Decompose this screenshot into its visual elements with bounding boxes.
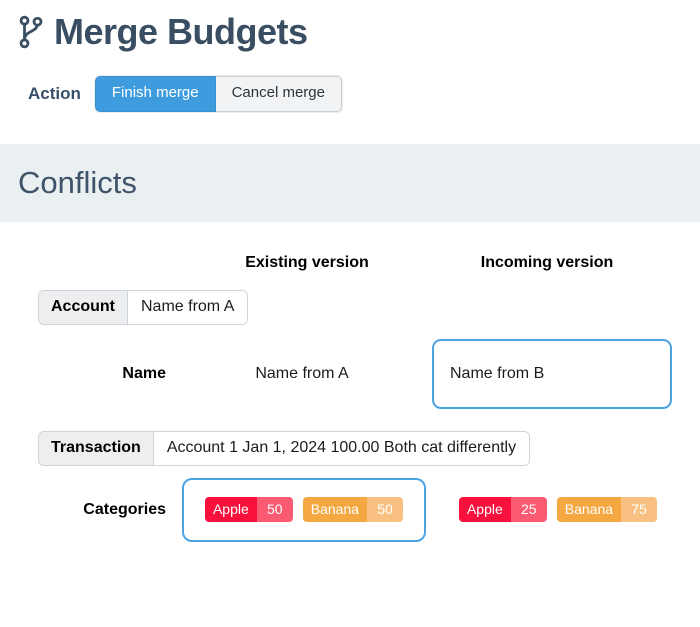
categories-conflict-row: Categories Apple 50 Banana 50 Apple 25 B… <box>0 477 700 542</box>
conflicts-table: Existing version Incoming version Accoun… <box>0 222 700 542</box>
account-group-value: Name from A <box>128 290 248 324</box>
badge-name: Apple <box>458 497 511 523</box>
badge-value: 25 <box>510 497 547 523</box>
name-conflict-row: Name Name from A Name from B <box>0 338 700 409</box>
column-headers: Existing version Incoming version <box>0 222 700 272</box>
action-button-group: Finish merge Cancel merge <box>94 76 342 112</box>
categories-incoming-value[interactable]: Apple 25 Banana 75 <box>436 478 680 542</box>
transaction-group-value: Account 1 Jan 1, 2024 100.00 Both cat di… <box>153 431 530 465</box>
badge-name: Banana <box>302 497 368 523</box>
categories-field-label: Categories <box>83 500 166 518</box>
git-branch-icon <box>19 15 43 49</box>
name-field-label: Name <box>122 364 166 382</box>
action-label: Action <box>28 83 81 103</box>
name-incoming-value[interactable]: Name from B <box>432 338 672 409</box>
account-input-group: Account Name from A <box>38 289 249 325</box>
page-header: Merge Budgets <box>0 0 700 50</box>
badge-banana-existing: Banana 50 <box>302 497 404 523</box>
transaction-group-row: Transaction Account 1 Jan 1, 2024 100.00… <box>0 430 700 466</box>
transaction-group-label: Transaction <box>39 431 154 465</box>
categories-existing-value[interactable]: Apple 50 Banana 50 <box>182 477 426 542</box>
column-header-incoming: Incoming version <box>480 253 614 271</box>
badge-apple-incoming: Apple 25 <box>458 497 547 523</box>
badge-apple-existing: Apple 50 <box>204 497 293 523</box>
badge-banana-incoming: Banana 75 <box>556 497 658 523</box>
conflicts-section-band: Conflicts <box>0 143 700 222</box>
cancel-merge-button[interactable]: Cancel merge <box>215 76 342 112</box>
section-title: Conflicts <box>18 165 137 201</box>
badge-name: Apple <box>204 497 257 523</box>
account-group-row: Account Name from A <box>0 289 700 325</box>
page-title: Merge Budgets <box>54 11 308 52</box>
finish-merge-button[interactable]: Finish merge <box>94 76 216 112</box>
column-header-existing: Existing version <box>245 253 369 271</box>
badge-name: Banana <box>556 497 622 523</box>
badge-value: 50 <box>367 497 404 523</box>
account-group-label: Account <box>39 290 128 324</box>
badge-value: 75 <box>621 497 658 523</box>
action-row: Action Finish merge Cancel merge <box>0 50 700 112</box>
transaction-input-group: Transaction Account 1 Jan 1, 2024 100.00… <box>38 430 531 466</box>
badge-value: 50 <box>256 497 293 523</box>
name-existing-value[interactable]: Name from A <box>182 353 422 395</box>
